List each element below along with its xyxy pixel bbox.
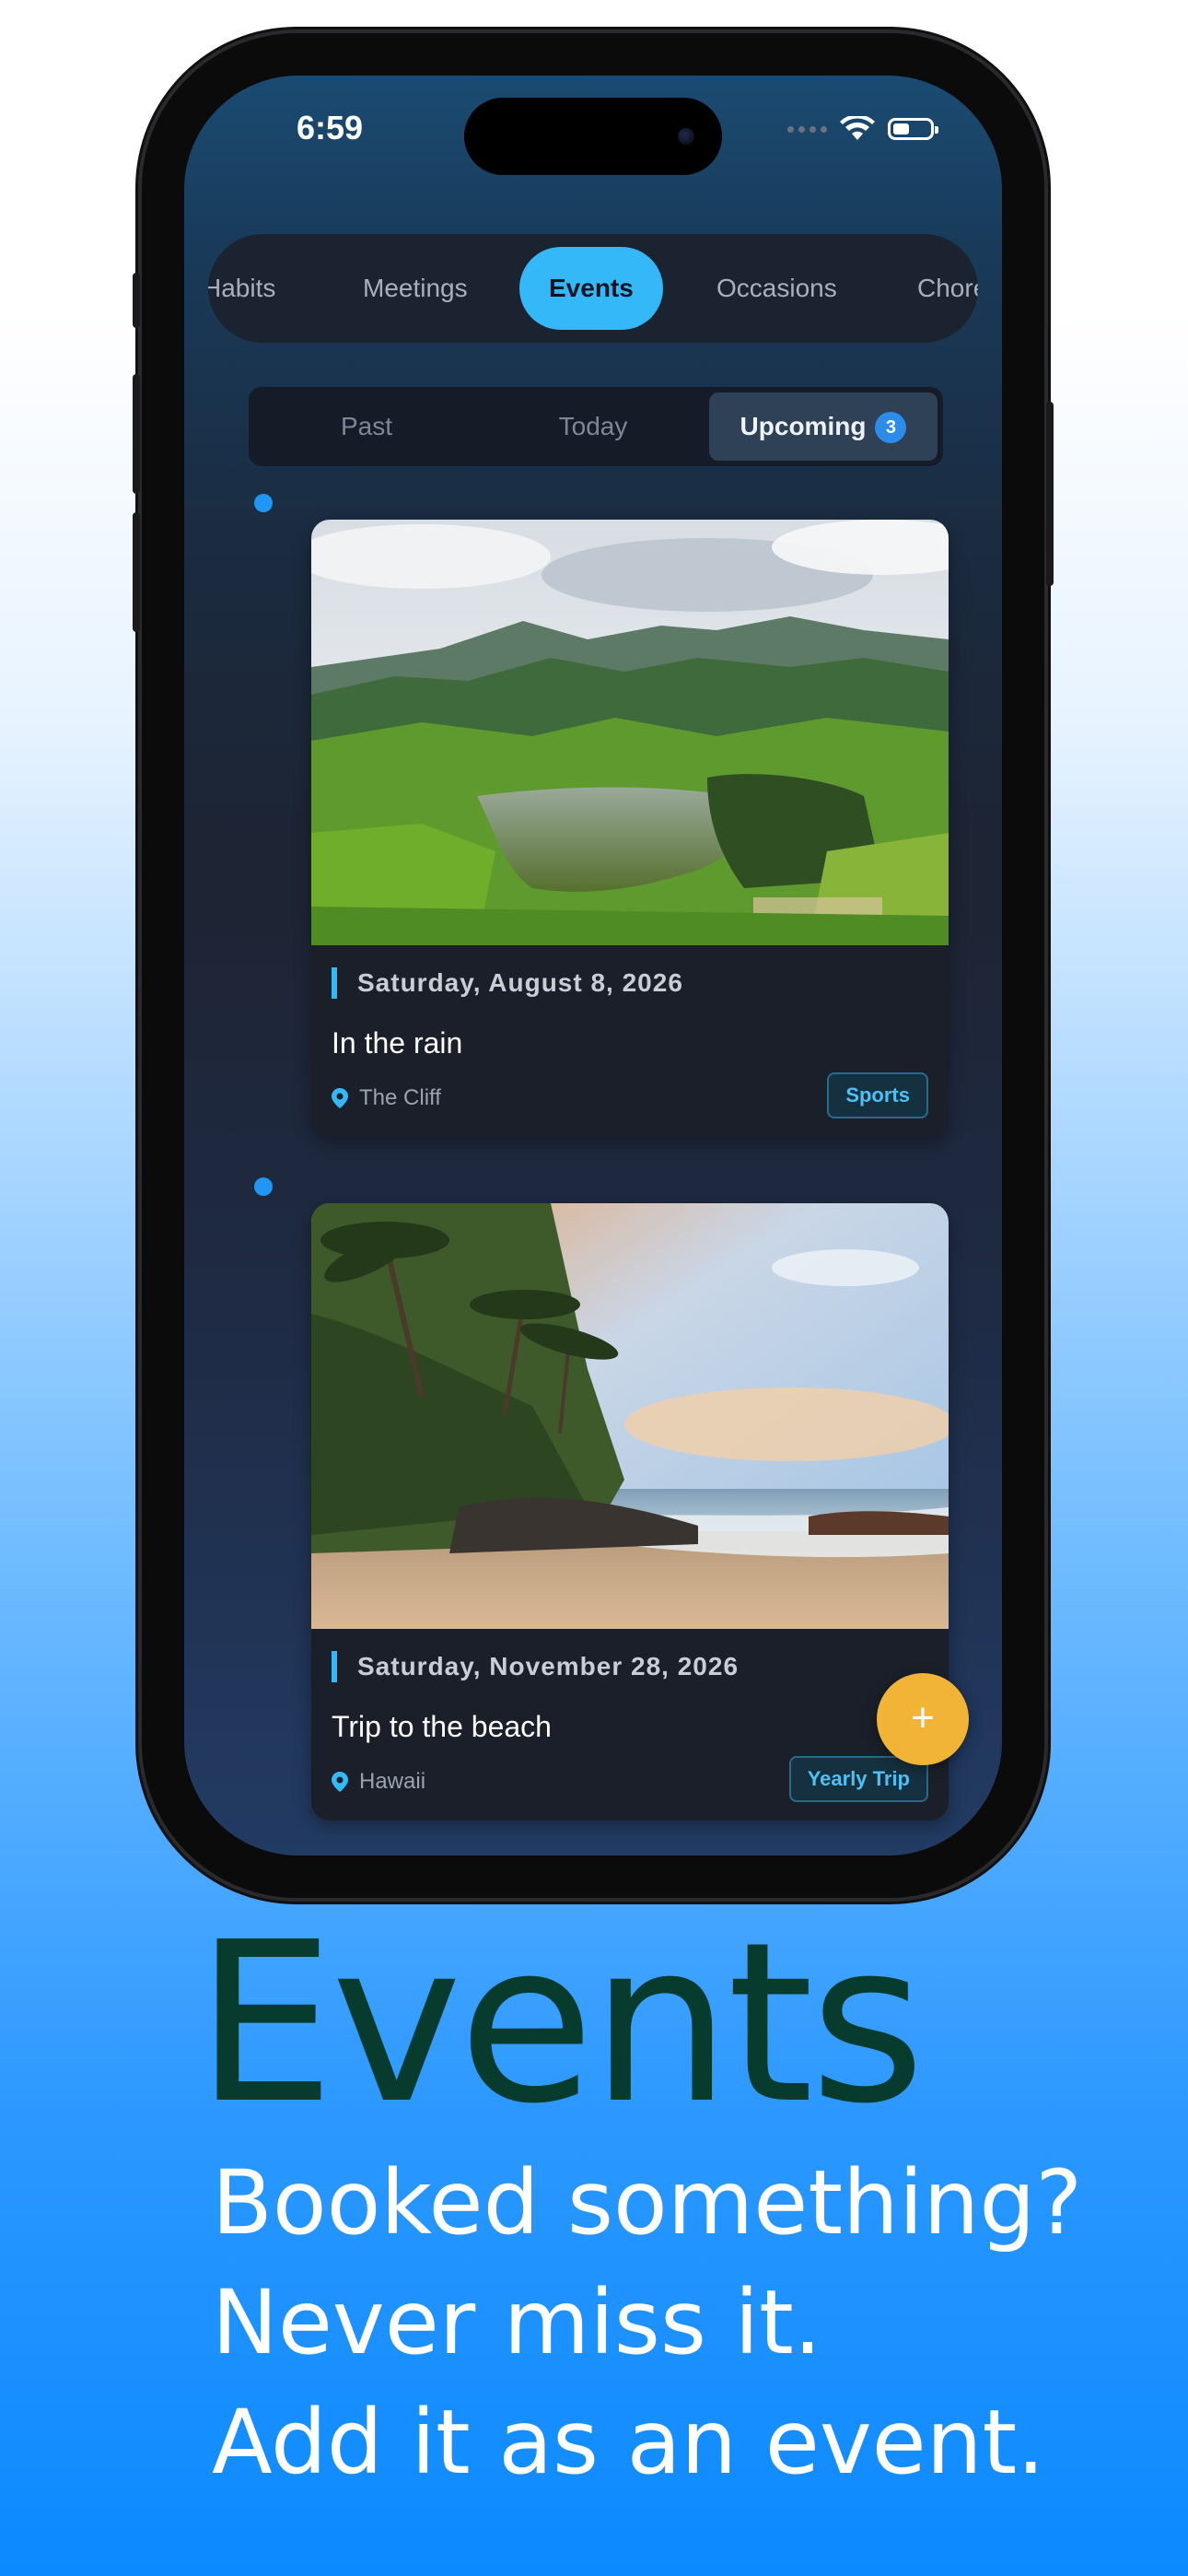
location-pin-icon xyxy=(332,1088,348,1108)
power-button xyxy=(1046,402,1054,586)
event-date: Saturday, November 28, 2026 xyxy=(332,1651,739,1682)
category-habits[interactable]: Habits xyxy=(208,247,275,330)
phone-frame: 6:59 Habits Meetings Events Occasions Ch… xyxy=(133,33,1054,1898)
event-title: Trip to the beach xyxy=(332,1710,552,1743)
category-scroller[interactable]: Habits Meetings Events Occasions Chores xyxy=(208,234,978,343)
plus-icon: + xyxy=(911,1695,935,1740)
category-occasions[interactable]: Occasions xyxy=(716,247,837,330)
event-category-tag: Yearly Trip xyxy=(788,1756,928,1802)
timeline-dot xyxy=(254,1177,273,1196)
event-card-body: Saturday, November 28, 2026 Trip to the … xyxy=(311,1629,949,1821)
event-location: Hawaii xyxy=(332,1769,425,1795)
event-image-beach xyxy=(311,1203,949,1629)
wifi-icon xyxy=(840,116,875,140)
marketing-line-2: Never miss it. xyxy=(212,2271,822,2374)
tab-upcoming-label: Upcoming xyxy=(740,412,867,440)
category-events[interactable]: Events xyxy=(519,247,663,330)
status-time: 6:59 xyxy=(297,109,364,146)
marketing-line-1: Booked something? xyxy=(212,2151,1083,2254)
signal-icon xyxy=(787,125,827,133)
marketing-headline: Events xyxy=(195,1894,926,2152)
event-location-text: Hawaii xyxy=(359,1769,426,1794)
upcoming-count-badge: 3 xyxy=(875,412,907,443)
mute-switch xyxy=(133,273,140,328)
event-location: The Cliff xyxy=(332,1085,441,1111)
tab-today[interactable]: Today xyxy=(481,392,705,461)
volume-up-button xyxy=(133,374,140,494)
event-card[interactable]: Saturday, November 28, 2026 Trip to the … xyxy=(311,1203,949,1821)
location-pin-icon xyxy=(332,1772,348,1792)
time-filter-tabs: Past Today Upcoming 3 xyxy=(249,387,943,466)
tab-past[interactable]: Past xyxy=(254,392,479,461)
volume-down-button xyxy=(133,512,140,632)
event-category-tag: Sports xyxy=(827,1072,928,1118)
event-location-text: The Cliff xyxy=(359,1085,441,1110)
event-card[interactable]: Saturday, August 8, 2026 In the rain The… xyxy=(311,520,949,1137)
event-date: Saturday, August 8, 2026 xyxy=(332,967,683,999)
battery-icon xyxy=(888,118,938,140)
marketing-line-3: Add it as an event. xyxy=(212,2391,1045,2494)
add-event-button[interactable]: + xyxy=(877,1673,969,1765)
category-chores[interactable]: Chores xyxy=(917,247,978,330)
event-title: In the rain xyxy=(332,1026,463,1060)
timeline-dot xyxy=(254,494,273,512)
event-image-mountain-lake xyxy=(311,520,949,945)
app-screen: 6:59 Habits Meetings Events Occasions Ch… xyxy=(184,76,1002,1856)
tab-upcoming[interactable]: Upcoming 3 xyxy=(709,392,938,461)
dynamic-island xyxy=(464,98,722,175)
status-indicators xyxy=(787,116,938,142)
event-card-body: Saturday, August 8, 2026 In the rain The… xyxy=(311,945,949,1137)
category-meetings[interactable]: Meetings xyxy=(363,247,468,330)
